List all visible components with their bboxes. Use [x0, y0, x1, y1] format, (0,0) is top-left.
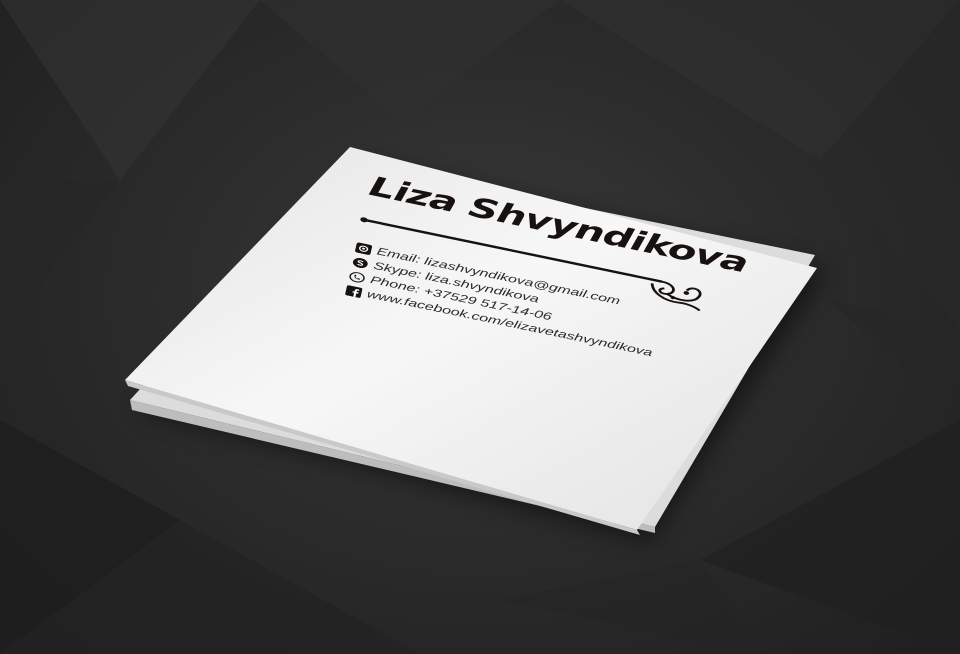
phone-icon: [348, 270, 366, 283]
skype-icon: [351, 256, 369, 269]
facebook-icon: [345, 285, 363, 298]
email-icon: [355, 242, 373, 255]
photo-scene: Liza Shvyndikova Email: lizashvyndikova@…: [0, 0, 960, 654]
